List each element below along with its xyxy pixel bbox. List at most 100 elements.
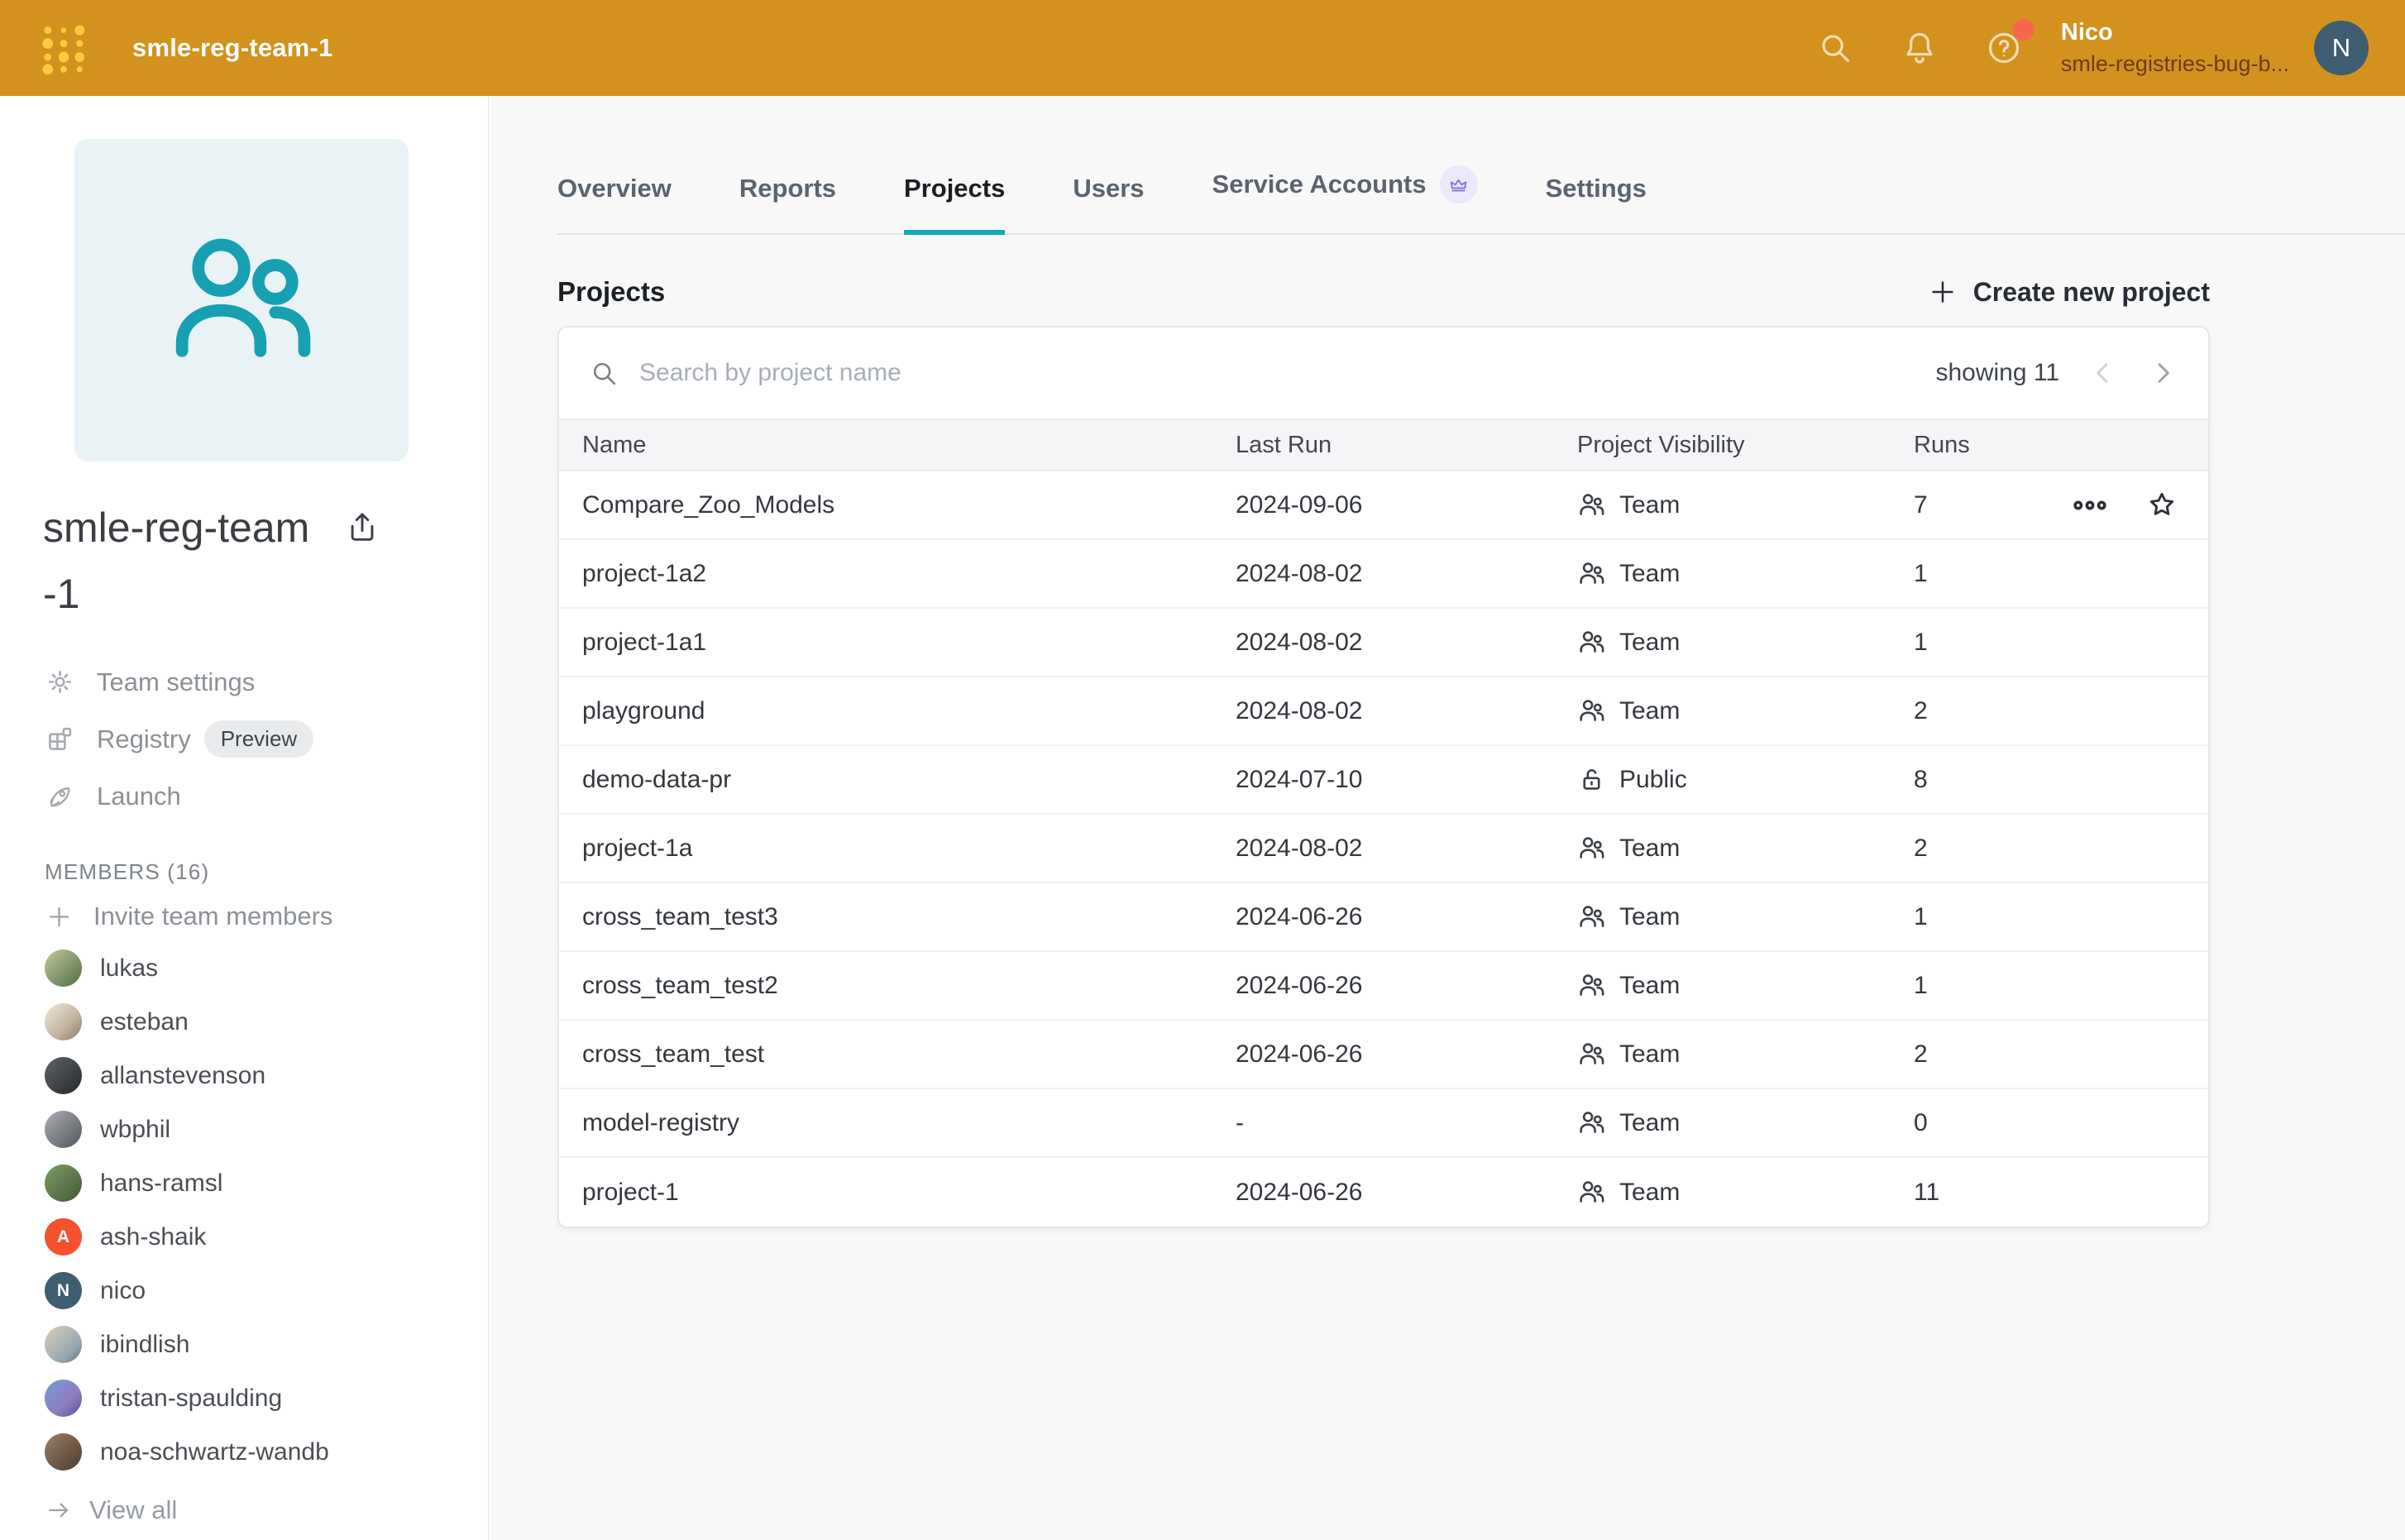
projects-section-header: Projects Create new project — [557, 276, 2210, 308]
visibility-cell: Team — [1577, 559, 1914, 588]
table-row[interactable]: cross_team_test 2024-06-26 Team 2 — [559, 1021, 2208, 1089]
member-item[interactable]: noa-schwartz-wandb — [0, 1425, 488, 1479]
table-row[interactable]: playground 2024-08-02 Team 2 — [559, 677, 2208, 746]
project-name[interactable]: cross_team_test2 — [582, 972, 1236, 1000]
member-item[interactable]: N nico — [0, 1264, 488, 1318]
public-lock-open-icon — [1577, 765, 1606, 794]
search-icon — [589, 358, 619, 389]
visibility-label: Team — [1619, 1109, 1680, 1137]
project-name[interactable]: demo-data-pr — [582, 766, 1236, 794]
pagination-prev-button[interactable] — [2087, 357, 2119, 389]
member-list: lukas esteban allanstevenson wbphil hans… — [0, 941, 488, 1479]
sidebar-item-launch[interactable]: Launch — [0, 769, 488, 823]
member-item[interactable]: A ash-shaik — [0, 1210, 488, 1264]
user-org: smle-registries-bug-b... — [2061, 50, 2289, 79]
member-avatar — [45, 1165, 82, 1202]
chevron-right-icon — [2147, 357, 2178, 389]
sidebar-item-registry[interactable]: Registry Preview — [0, 709, 488, 769]
star-icon[interactable] — [2145, 489, 2178, 522]
team-users-icon — [1577, 490, 1606, 519]
table-row[interactable]: cross_team_test3 2024-06-26 Team 1 — [559, 883, 2208, 952]
runs-count: 8 — [1914, 766, 2185, 794]
notification-dot — [2013, 19, 2034, 41]
tab-settings[interactable]: Settings — [1546, 174, 1647, 233]
topbar-actions: Nico smle-registries-bug-b... N — [1770, 17, 2369, 79]
member-item[interactable]: lukas — [0, 941, 488, 995]
runs-count: 1 — [1914, 560, 2185, 588]
member-item[interactable]: wbphil — [0, 1102, 488, 1156]
visibility-cell: Team — [1577, 1178, 1914, 1207]
table-row[interactable]: project-1a2 2024-08-02 Team 1 — [559, 540, 2208, 609]
visibility-cell: Team — [1577, 696, 1914, 725]
last-run-date: 2024-09-06 — [1236, 491, 1577, 519]
project-name[interactable]: project-1a2 — [582, 560, 1236, 588]
invite-team-members-button[interactable]: Invite team members — [0, 902, 488, 931]
wandb-logo-icon[interactable] — [36, 21, 91, 75]
member-item[interactable]: hans-ramsl — [0, 1156, 488, 1210]
team-name: smle-reg-team -1 — [43, 495, 309, 627]
visibility-label: Team — [1619, 1040, 1680, 1069]
tab-users[interactable]: Users — [1073, 174, 1144, 233]
project-name[interactable]: cross_team_test3 — [582, 903, 1236, 931]
invite-label: Invite team members — [93, 902, 332, 931]
visibility-cell: Team — [1577, 490, 1914, 519]
team-avatar-card — [74, 139, 409, 462]
members-header: MEMBERS (16) — [45, 859, 488, 885]
sidebar-item-label: Registry — [97, 725, 191, 754]
visibility-cell: Public — [1577, 765, 1914, 794]
last-run-date: 2024-06-26 — [1236, 1179, 1577, 1207]
create-new-project-button[interactable]: Create new project — [1927, 276, 2210, 308]
tab-projects[interactable]: Projects — [904, 174, 1005, 233]
tab-overview[interactable]: Overview — [557, 174, 672, 233]
table-row[interactable]: cross_team_test2 2024-06-26 Team 1 — [559, 952, 2208, 1021]
share-icon[interactable] — [344, 509, 380, 546]
column-header-name: Name — [582, 432, 1236, 459]
member-item[interactable]: ibindlish — [0, 1318, 488, 1371]
last-run-date: 2024-08-02 — [1236, 835, 1577, 863]
visibility-cell: Team — [1577, 1040, 1914, 1069]
project-name[interactable]: project-1 — [582, 1179, 1236, 1207]
tab-service-accounts[interactable]: Service Accounts — [1212, 165, 1478, 233]
last-run-date: 2024-07-10 — [1236, 766, 1577, 794]
team-users-icon — [1577, 1040, 1606, 1069]
member-avatar — [45, 1326, 82, 1363]
pagination-next-button[interactable] — [2147, 357, 2178, 389]
sidebar-item-team-settings[interactable]: Team settings — [0, 655, 488, 709]
member-item[interactable]: tristan-spaulding — [0, 1371, 488, 1425]
arrow-right-icon — [45, 1496, 73, 1524]
team-users-icon — [1577, 559, 1606, 588]
member-name: wbphil — [100, 1116, 170, 1144]
table-row[interactable]: project-1a1 2024-08-02 Team 1 — [559, 609, 2208, 677]
project-name[interactable]: Compare_Zoo_Models — [582, 491, 1236, 519]
runs-count: 2 — [1914, 697, 2185, 725]
avatar[interactable]: N — [2314, 21, 2369, 75]
project-name[interactable]: cross_team_test — [582, 1040, 1236, 1069]
registry-grid-icon — [45, 724, 75, 754]
member-item[interactable]: allanstevenson — [0, 1049, 488, 1102]
bell-icon[interactable] — [1901, 29, 1939, 67]
table-row[interactable]: model-registry - Team 0 — [559, 1089, 2208, 1158]
table-row[interactable]: demo-data-pr 2024-07-10 Public 8 — [559, 746, 2208, 815]
project-search-input[interactable] — [639, 359, 1905, 387]
member-name: esteban — [100, 1008, 189, 1036]
view-all-button[interactable]: View all — [0, 1495, 488, 1525]
more-options-icon[interactable] — [2071, 495, 2109, 515]
user-block[interactable]: Nico smle-registries-bug-b... — [2061, 17, 2289, 79]
member-item[interactable]: esteban — [0, 995, 488, 1049]
visibility-cell: Team — [1577, 628, 1914, 657]
project-name[interactable]: project-1a1 — [582, 629, 1236, 657]
search-icon[interactable] — [1816, 29, 1854, 67]
member-name: lukas — [100, 954, 158, 983]
team-name-line1: smle-reg-team — [43, 495, 309, 561]
project-name[interactable]: project-1a — [582, 835, 1236, 863]
table-row[interactable]: Compare_Zoo_Models 2024-09-06 Team 7 — [559, 471, 2208, 540]
help-button[interactable] — [1985, 29, 2023, 67]
table-row[interactable]: project-1 2024-06-26 Team 11 — [559, 1158, 2208, 1227]
visibility-cell: Team — [1577, 902, 1914, 931]
table-row[interactable]: project-1a 2024-08-02 Team 2 — [559, 815, 2208, 883]
project-name[interactable]: playground — [582, 697, 1236, 725]
member-name: tristan-spaulding — [100, 1385, 282, 1413]
tab-reports[interactable]: Reports — [739, 174, 836, 233]
team-people-icon — [160, 219, 323, 381]
project-name[interactable]: model-registry — [582, 1109, 1236, 1137]
